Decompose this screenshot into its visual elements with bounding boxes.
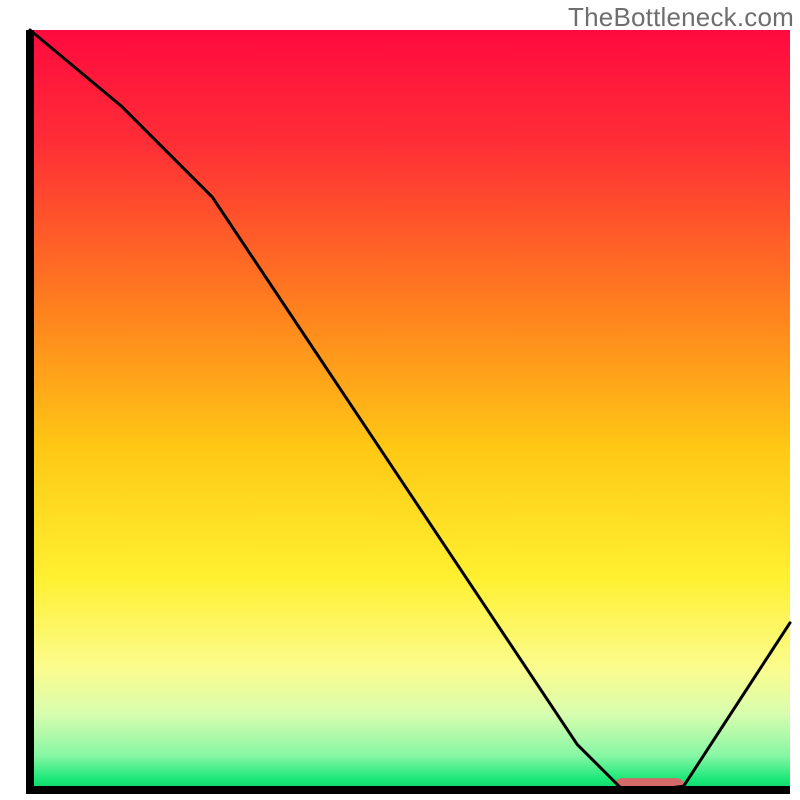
chart-container: TheBottleneck.com [0,0,800,800]
bottleneck-chart [0,0,800,800]
gradient-background [30,30,790,790]
watermark-label: TheBottleneck.com [568,2,794,33]
